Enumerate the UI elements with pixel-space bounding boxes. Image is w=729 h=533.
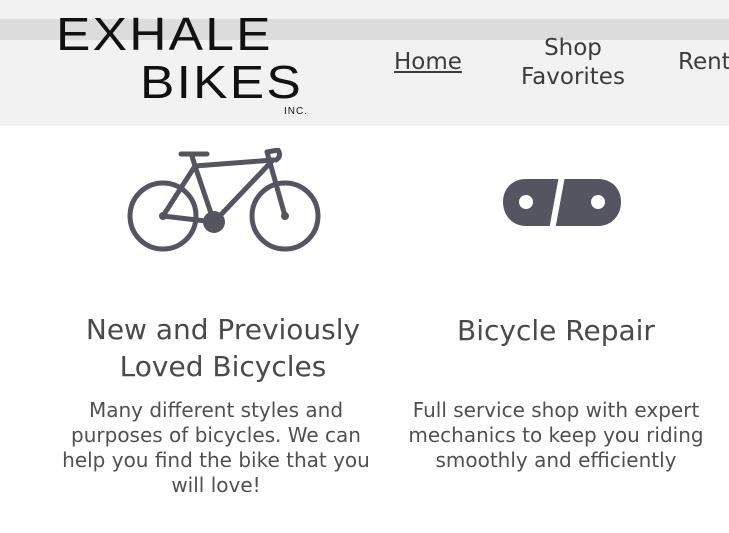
- bike-chain-link-icon: [502, 175, 622, 231]
- bicycle-icon: [126, 147, 322, 252]
- main-nav: Home Shop Favorites Rent: [0, 0, 729, 126]
- site-header: EXHALE BIKES INC. Home Shop Favorites Re…: [0, 0, 729, 126]
- nav-link-home[interactable]: Home: [394, 48, 462, 77]
- nav-link-shop-favorites[interactable]: Shop Favorites: [520, 34, 626, 92]
- card-description: Many different styles and purposes of bi…: [62, 398, 370, 497]
- card-title: Bicycle Repair: [457, 314, 655, 348]
- card-title: New and Previously Loved Bicycles: [85, 313, 361, 384]
- nav-link-rent[interactable]: Rent: [678, 48, 729, 77]
- card-description: Full service shop with expert mechanics …: [408, 398, 704, 472]
